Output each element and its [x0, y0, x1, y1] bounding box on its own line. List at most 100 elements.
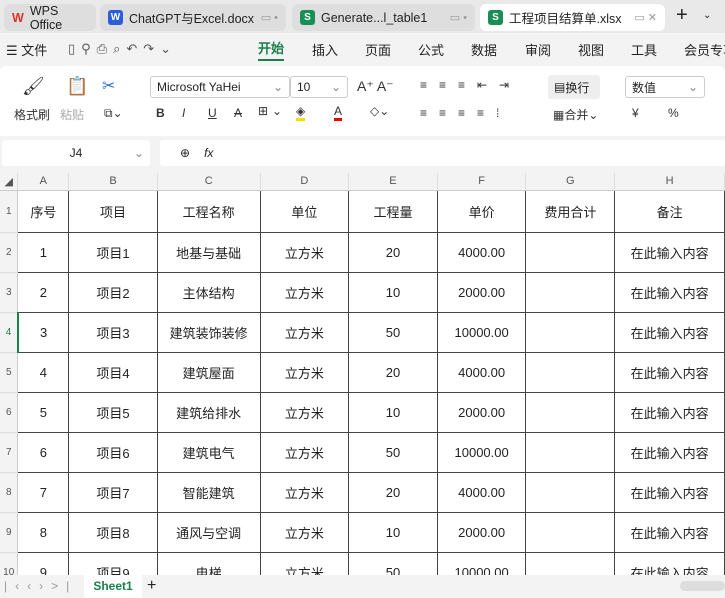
- border-icon[interactable]: ⊞⌄: [258, 104, 286, 118]
- cell[interactable]: 在此输入内容: [614, 471, 725, 513]
- menu-review[interactable]: 审阅: [525, 40, 551, 59]
- horizontal-scrollbar[interactable]: [680, 581, 725, 591]
- cut-icon[interactable]: ✂: [102, 76, 115, 96]
- zoom-icon[interactable]: ⊕: [180, 146, 190, 160]
- menu-page[interactable]: 页面: [365, 40, 391, 59]
- tab-docx[interactable]: W ChatGPT与Excel.docx ▭ •: [100, 4, 286, 31]
- number-format-select[interactable]: 数值 ⌄: [625, 76, 705, 98]
- cell[interactable]: 建筑装饰装修: [156, 311, 261, 353]
- italic-button[interactable]: I: [182, 106, 185, 120]
- cell[interactable]: 立方米: [259, 511, 350, 553]
- cell[interactable]: 费用合计: [525, 189, 616, 233]
- paste-button[interactable]: 粘贴: [60, 106, 84, 123]
- format-painter-icon[interactable]: 🖌: [22, 76, 45, 97]
- column-header[interactable]: B: [68, 173, 158, 191]
- cell[interactable]: [525, 551, 616, 575]
- cell[interactable]: 在此输入内容: [614, 231, 725, 273]
- merge-button[interactable]: ▦合并⌄: [553, 106, 598, 123]
- cell[interactable]: 立方米: [259, 351, 350, 393]
- column-header[interactable]: G: [525, 173, 616, 191]
- column-header[interactable]: A: [17, 173, 70, 191]
- menu-formula[interactable]: 公式: [418, 40, 444, 59]
- menu-tools[interactable]: 工具: [631, 40, 657, 59]
- fx-icon[interactable]: fx: [204, 146, 213, 160]
- cell[interactable]: 工程量: [348, 189, 438, 233]
- row-header[interactable]: 1: [0, 190, 19, 233]
- cell[interactable]: 项目7: [68, 471, 158, 513]
- tab-wps-office[interactable]: W WPS Office: [4, 4, 96, 32]
- cell[interactable]: [525, 351, 616, 393]
- cell[interactable]: 工程名称: [156, 189, 261, 233]
- row-header[interactable]: 4: [0, 312, 19, 353]
- cell[interactable]: 5: [17, 391, 70, 433]
- cell[interactable]: 立方米: [259, 551, 350, 575]
- column-header[interactable]: C: [157, 173, 261, 191]
- new-tab-icon[interactable]: +: [676, 4, 688, 27]
- tab-xlsx[interactable]: S 工程项目结算单.xlsx ▭ ✕: [480, 4, 665, 31]
- cell[interactable]: 50: [348, 551, 438, 575]
- row-header[interactable]: 10: [0, 552, 19, 575]
- close-icon[interactable]: ▭ ✕: [634, 11, 657, 24]
- cell[interactable]: 主体结构: [156, 271, 261, 313]
- quick-access-icons[interactable]: ▯⚲⎙⌕↶↷⌄: [68, 41, 177, 57]
- cell[interactable]: 4: [17, 351, 70, 393]
- cell[interactable]: [525, 471, 616, 513]
- cell[interactable]: 立方米: [259, 231, 350, 273]
- cell[interactable]: [525, 311, 616, 353]
- column-header[interactable]: H: [614, 173, 725, 191]
- column-header[interactable]: F: [437, 173, 527, 191]
- format-painter-button[interactable]: 格式刷: [14, 106, 50, 123]
- cell[interactable]: [525, 391, 616, 433]
- row-header[interactable]: 8: [0, 472, 19, 513]
- chevron-down-icon[interactable]: ⌄: [703, 10, 711, 21]
- cell[interactable]: 10000.00: [436, 311, 527, 353]
- menu-member[interactable]: 会员专享: [684, 40, 725, 59]
- cell[interactable]: 电梯: [156, 551, 261, 575]
- sheet-tab-sheet1[interactable]: Sheet1: [84, 575, 142, 598]
- cell[interactable]: 项目5: [68, 391, 158, 433]
- cell[interactable]: 1: [17, 231, 70, 273]
- font-color-icon[interactable]: A: [334, 104, 343, 121]
- cell[interactable]: 10000.00: [436, 431, 527, 473]
- row-header[interactable]: 6: [0, 392, 19, 433]
- cell[interactable]: 项目: [68, 189, 158, 233]
- cell[interactable]: 立方米: [259, 391, 350, 433]
- cell[interactable]: 在此输入内容: [614, 311, 725, 353]
- cell[interactable]: 地基与基础: [156, 231, 261, 273]
- cell[interactable]: [525, 431, 616, 473]
- cell[interactable]: 4000.00: [436, 351, 527, 393]
- row-header[interactable]: 5: [0, 352, 19, 393]
- cell[interactable]: 备注: [614, 189, 725, 233]
- cell[interactable]: 7: [17, 471, 70, 513]
- cell[interactable]: 3: [17, 311, 70, 353]
- cell[interactable]: 建筑屋面: [156, 351, 261, 393]
- copy-icon[interactable]: ⧉⌄: [104, 106, 123, 121]
- spreadsheet-grid[interactable]: ◢ A B C D E F G H 1 序号 项目 工程名称 单位 工程量 单价 费用合计 备注 2 1 项目1 地基与基…: [0, 173, 725, 575]
- cell[interactable]: 项目4: [68, 351, 158, 393]
- file-menu[interactable]: ☰ 文件: [6, 40, 47, 59]
- cell[interactable]: [525, 271, 616, 313]
- cell[interactable]: 8: [17, 511, 70, 553]
- increase-font-icon[interactable]: A⁺ A⁻: [357, 78, 394, 95]
- cell[interactable]: 在此输入内容: [614, 431, 725, 473]
- cell[interactable]: 9: [17, 551, 70, 575]
- cell[interactable]: 10: [348, 391, 438, 433]
- add-sheet-button[interactable]: +: [147, 577, 156, 595]
- currency-button[interactable]: ¥: [632, 106, 639, 120]
- formula-input[interactable]: ⊕ fx: [160, 140, 725, 166]
- cell[interactable]: 50: [348, 311, 438, 353]
- cell[interactable]: 项目9: [68, 551, 158, 575]
- cell[interactable]: 在此输入内容: [614, 351, 725, 393]
- cell[interactable]: 在此输入内容: [614, 511, 725, 553]
- cell[interactable]: 通风与空调: [156, 511, 261, 553]
- cell[interactable]: 20: [348, 471, 438, 513]
- cell[interactable]: 单位: [259, 189, 350, 233]
- cell[interactable]: 项目8: [68, 511, 158, 553]
- align-icons[interactable]: ≡≡≡⇤⇥: [420, 78, 521, 92]
- strike-button[interactable]: A: [234, 106, 242, 120]
- menu-start[interactable]: 开始: [258, 38, 285, 61]
- cell[interactable]: 10: [348, 271, 438, 313]
- cell[interactable]: 2000.00: [436, 391, 527, 433]
- row-header[interactable]: 9: [0, 512, 19, 553]
- font-size-select[interactable]: 10 ⌄: [290, 76, 348, 98]
